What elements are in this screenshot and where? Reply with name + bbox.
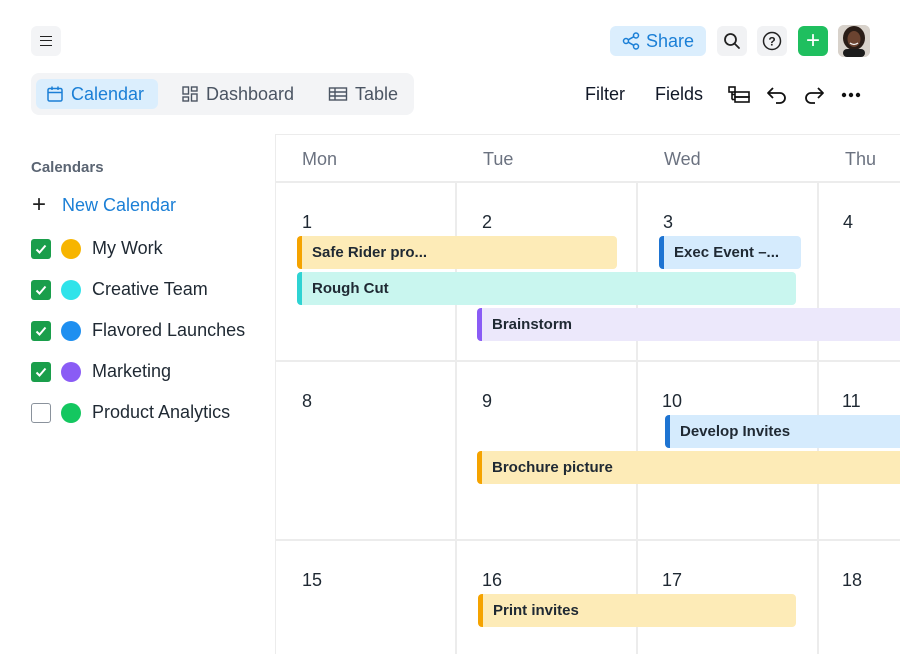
undo-button[interactable] [764,82,790,108]
table-icon [328,87,348,101]
event-title: Exec Event –... [674,244,780,261]
add-button[interactable]: + [798,26,828,56]
date-cell[interactable]: 10 [662,391,682,412]
group-button[interactable] [726,82,752,108]
tab-dashboard[interactable]: Dashboard [171,79,304,109]
event-exec-event[interactable]: Exec Event –... [659,236,801,269]
event-title: Print invites [493,602,579,619]
event-title: Develop Invites [680,423,791,440]
calendar-item-label: Creative Team [92,279,208,299]
check-icon [35,367,47,377]
event-title: Safe Rider pro... [312,244,428,261]
grid-divider [636,181,638,654]
calendar-item-label: Product Analytics [92,402,231,422]
hamburger-icon [40,36,52,46]
tab-table[interactable]: Table [318,79,408,109]
checkbox-unchecked[interactable] [31,402,51,423]
checkbox-checked[interactable] [31,279,51,300]
avatar[interactable] [838,25,870,57]
share-button[interactable]: Share [610,26,706,56]
event-brainstorm[interactable]: Brainstorm [477,308,900,341]
day-header-mon: Mon [302,149,338,169]
redo-icon [805,87,824,104]
share-label: Share [645,30,695,51]
event-title: Rough Cut [312,280,389,297]
checkbox-checked[interactable] [31,238,51,259]
calendar-item-my-work[interactable]: My Work [31,238,163,259]
date-cell[interactable]: 9 [482,391,492,412]
color-dot [61,320,81,341]
grid-divider [276,539,900,541]
grid-divider [276,181,900,183]
check-icon [35,285,47,295]
filter-button[interactable]: Filter [585,84,625,105]
date-cell[interactable]: 11 [842,391,861,412]
color-dot [61,361,81,382]
event-develop-invites[interactable]: Develop Invites [665,415,900,448]
user-photo-icon [838,25,870,57]
date-cell[interactable]: 15 [302,570,322,591]
calendar-item-product-analytics[interactable]: Product Analytics [31,402,230,423]
view-switcher: Calendar Dashboard Table [31,73,414,115]
date-cell[interactable]: 16 [482,570,502,591]
help-button[interactable]: ? [757,26,787,56]
hierarchy-icon [728,86,750,103]
calendar-item-flavored-launches[interactable]: Flavored Launches [31,320,245,341]
check-icon [35,326,47,336]
redo-button[interactable] [801,82,827,108]
tab-calendar-label: Calendar [71,83,145,104]
tab-dashboard-label: Dashboard [206,83,295,104]
event-rough-cut[interactable]: Rough Cut [297,272,796,305]
event-safe-rider[interactable]: Safe Rider pro... [297,236,617,269]
plus-icon: + [31,191,46,218]
event-title: Brainstorm [492,316,573,333]
day-header-thu: Thu [845,149,877,169]
calendar-item-label: My Work [92,238,163,258]
calendar-item-label: Marketing [92,361,172,381]
fields-button[interactable]: Fields [655,84,703,105]
date-cell[interactable]: 1 [302,212,312,233]
help-icon: ? [762,31,782,51]
calendar-icon [47,86,63,102]
calendar-grid: Mon Tue Wed Thu 1 2 3 4 Safe Rider pro..… [275,134,900,654]
checkbox-checked[interactable] [31,320,51,341]
tab-table-label: Table [355,83,399,104]
calendar-item-label: Flavored Launches [92,320,246,340]
check-icon [35,244,47,254]
event-title: Brochure picture [492,459,613,476]
dashboard-icon [182,86,198,102]
share-icon [622,32,640,50]
calendar-item-marketing[interactable]: Marketing [31,361,171,382]
new-calendar-label: New Calendar [62,194,177,215]
day-header-tue: Tue [483,149,514,169]
color-dot [61,279,81,300]
search-button[interactable] [717,26,747,56]
svg-text:?: ? [768,35,775,49]
new-calendar-button[interactable]: + New Calendar [30,193,176,217]
date-cell[interactable]: 18 [842,570,862,591]
undo-icon [767,87,786,104]
event-brochure-picture[interactable]: Brochure picture [477,451,900,484]
date-cell[interactable]: 2 [482,212,492,233]
date-cell[interactable]: 4 [843,212,853,233]
event-print-invites[interactable]: Print invites [478,594,796,627]
calendars-heading: Calendars [31,159,104,176]
more-button[interactable] [838,82,864,108]
more-icon [841,92,861,98]
plus-icon: + [805,27,820,54]
color-dot [61,402,81,423]
date-cell[interactable]: 3 [663,212,673,233]
tab-calendar[interactable]: Calendar [36,79,158,109]
grid-divider [276,360,900,362]
menu-button[interactable] [31,26,61,56]
search-icon [724,33,740,49]
calendar-item-creative-team[interactable]: Creative Team [31,279,208,300]
date-cell[interactable]: 17 [662,570,682,591]
color-dot [61,238,81,259]
day-header-wed: Wed [664,149,701,169]
checkbox-checked[interactable] [31,361,51,382]
date-cell[interactable]: 8 [302,391,312,412]
